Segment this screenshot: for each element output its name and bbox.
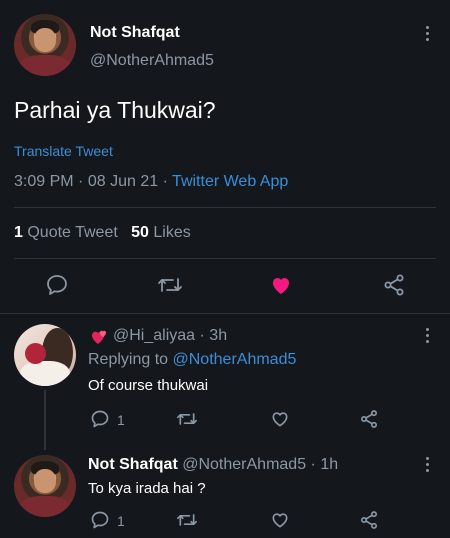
reply-text: To kya irada hai ?: [88, 480, 206, 497]
author-display-name[interactable]: Not Shafqat: [90, 24, 180, 42]
like-icon[interactable]: [270, 409, 290, 429]
reply-author-handle[interactable]: @NotherAhmad5: [182, 456, 306, 473]
reply-count: 1: [117, 412, 125, 428]
retweet-icon[interactable]: [176, 510, 198, 530]
author-avatar[interactable]: [14, 14, 76, 76]
translate-tweet-link[interactable]: Translate Tweet: [14, 143, 113, 159]
author-handle[interactable]: @NotherAhmad5: [90, 52, 214, 70]
reply-count: 1: [117, 513, 125, 529]
more-options-icon[interactable]: [426, 328, 430, 346]
reply-author-header[interactable]: Not Shafqat @NotherAhmad5 · 1h: [88, 456, 338, 474]
reply-age: 1h: [320, 456, 339, 473]
quote-tweets-stat[interactable]: 1 Quote Tweet: [14, 224, 118, 241]
likes-stat[interactable]: 50 Likes: [131, 224, 191, 241]
mention-link[interactable]: @NotherAhmad5: [173, 351, 297, 368]
reply-author-avatar[interactable]: [14, 324, 76, 386]
share-icon[interactable]: [382, 273, 406, 297]
share-icon[interactable]: [359, 510, 379, 530]
divider: [14, 207, 436, 208]
divider: [0, 313, 450, 314]
source-app-link[interactable]: Twitter Web App: [172, 173, 288, 190]
thread-line: [44, 390, 46, 450]
heart-emoji-icon: [92, 330, 106, 344]
share-icon[interactable]: [359, 409, 379, 429]
reply-author-display-name[interactable]: Not Shafqat: [88, 456, 178, 473]
tweet-thread: Not Shafqat @NotherAhmad5 Parhai ya Thuk…: [0, 0, 450, 538]
more-options-icon[interactable]: [426, 26, 430, 44]
retweet-icon[interactable]: [157, 273, 183, 297]
reply-author-handle[interactable]: @Hi_aliyaa · 3h: [113, 327, 227, 345]
divider: [14, 258, 436, 259]
reply-icon[interactable]: [90, 409, 110, 429]
reply-icon[interactable]: [90, 510, 110, 530]
reply-icon[interactable]: [45, 273, 69, 297]
replying-to-label: Replying to @NotherAhmad5: [88, 351, 297, 368]
tweet-stats: 1 Quote Tweet 50 Likes: [14, 224, 191, 242]
tweet-timestamp[interactable]: 3:09 PM · 08 Jun 21 · Twitter Web App: [14, 173, 288, 191]
tweet-text: Parhai ya Thukwai?: [14, 97, 216, 123]
like-icon-filled[interactable]: [268, 273, 294, 297]
retweet-icon[interactable]: [176, 409, 198, 429]
like-icon[interactable]: [270, 510, 290, 530]
more-options-icon[interactable]: [426, 457, 430, 475]
reply-text: Of course thukwai: [88, 377, 209, 394]
reply-author-avatar[interactable]: [14, 455, 76, 517]
